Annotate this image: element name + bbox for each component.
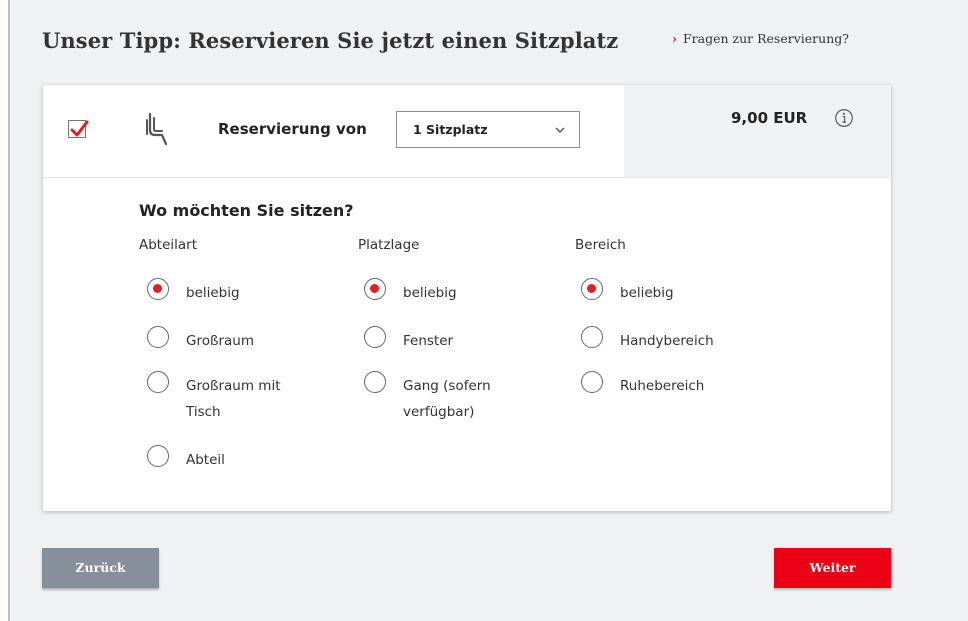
option-label: Handybereich: [620, 333, 714, 349]
left-edge-border: [0, 0, 10, 621]
radio-button[interactable]: [147, 445, 169, 467]
option-label: Großraum: [186, 333, 255, 349]
option-label: beliebig: [403, 285, 457, 301]
radio-button[interactable]: [581, 326, 603, 348]
radio-button[interactable]: [147, 326, 169, 348]
radio-button[interactable]: [364, 278, 386, 300]
price-area: [624, 85, 891, 177]
next-button[interactable]: Weiter: [774, 548, 891, 588]
faq-link[interactable]: › Fragen zur Reservierung?: [672, 31, 849, 46]
reservation-card: Reservierung von 1 Sitzplatz 9,00 EUR Wo…: [43, 85, 891, 511]
faq-link-label: Fragen zur Reservierung?: [683, 31, 849, 46]
seat-count-select[interactable]: 1 Sitzplatz: [396, 111, 580, 148]
radio-button[interactable]: [364, 326, 386, 348]
heading-abteilart: Abteilart: [139, 237, 198, 253]
option-label: Abteil: [186, 452, 225, 468]
option-label: beliebig: [620, 285, 674, 301]
option-label: Ruhebereich: [620, 378, 705, 394]
radio-button[interactable]: [581, 278, 603, 300]
reservation-price: 9,00 EUR: [731, 109, 808, 127]
option-label: Großraum mit Tisch: [186, 378, 281, 420]
seat-icon: [146, 112, 168, 146]
option-label: beliebig: [186, 285, 240, 301]
checkmark-icon: [70, 120, 89, 137]
reservation-label: Reservierung von: [218, 120, 367, 138]
radio-button[interactable]: [581, 371, 603, 393]
chevron-right-icon: ›: [672, 31, 677, 46]
heading-bereich: Bereich: [575, 237, 626, 253]
radio-button[interactable]: [147, 371, 169, 393]
seating-question: Wo möchten Sie sitzen?: [139, 201, 354, 220]
reservation-checkbox[interactable]: [68, 120, 89, 138]
radio-button[interactable]: [364, 371, 386, 393]
chevron-down-icon: [555, 127, 565, 133]
back-button[interactable]: Zurück: [42, 548, 159, 588]
info-icon[interactable]: [834, 108, 854, 128]
page-title: Unser Tipp: Reservieren Sie jetzt einen …: [42, 28, 619, 53]
heading-platzlage: Platzlage: [358, 237, 420, 253]
radio-button[interactable]: [147, 278, 169, 300]
option-label: Fenster: [403, 333, 454, 349]
header-divider: [43, 177, 891, 178]
option-label: Gang (sofern verfügbar): [403, 378, 491, 420]
seat-count-value: 1 Sitzplatz: [413, 122, 488, 137]
